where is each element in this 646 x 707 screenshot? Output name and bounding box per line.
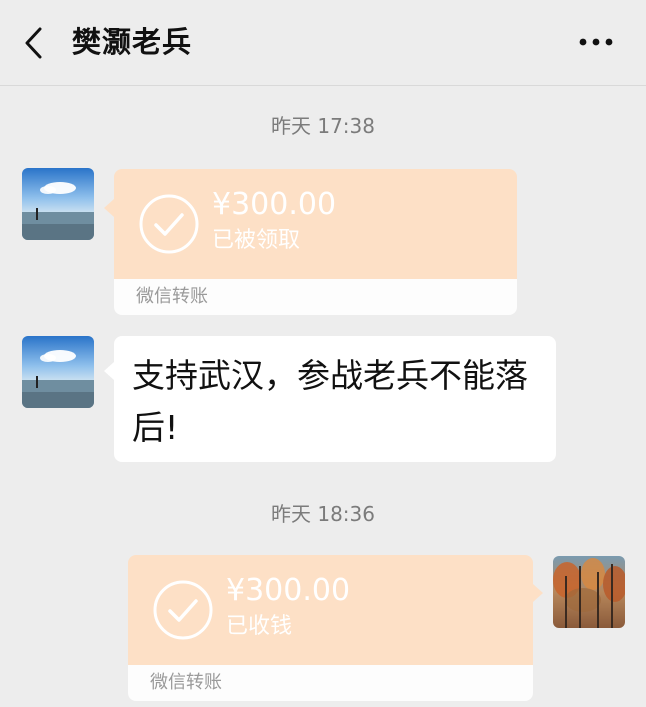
transfer-amount: ¥300.00 [226, 573, 351, 608]
transfer-card[interactable]: ¥300.00 已收钱 微信转账 [128, 555, 533, 701]
transfer-footer-label: 微信转账 [150, 672, 222, 693]
transfer-amount: ¥300.00 [212, 187, 337, 222]
transfer-footer-label: 微信转账 [136, 286, 208, 307]
transfer-status: 已收钱 [226, 614, 293, 639]
avatar[interactable] [22, 336, 94, 408]
bubble-tail [104, 362, 114, 380]
check-circle-icon [153, 580, 213, 640]
more-icon [579, 38, 613, 46]
bubble-tail [104, 199, 114, 217]
transfer-card[interactable]: ¥300.00 已被领取 微信转账 [114, 169, 517, 315]
back-arrow-icon [25, 27, 42, 59]
timestamp: 昨天 17:38 [271, 114, 375, 138]
chat-header: 樊灏老兵 [0, 0, 646, 86]
check-circle-icon [139, 194, 199, 254]
transfer-status: 已被领取 [212, 228, 301, 253]
avatar[interactable] [553, 556, 625, 628]
avatar[interactable] [22, 168, 94, 240]
timestamp: 昨天 18:36 [271, 502, 375, 526]
more-button[interactable] [576, 30, 616, 54]
back-button[interactable] [20, 26, 50, 60]
chat-title: 樊灏老兵 [72, 25, 193, 59]
message-text[interactable]: 支持武汉，参战老兵不能落后! [114, 336, 556, 462]
bubble-tail [533, 584, 543, 602]
